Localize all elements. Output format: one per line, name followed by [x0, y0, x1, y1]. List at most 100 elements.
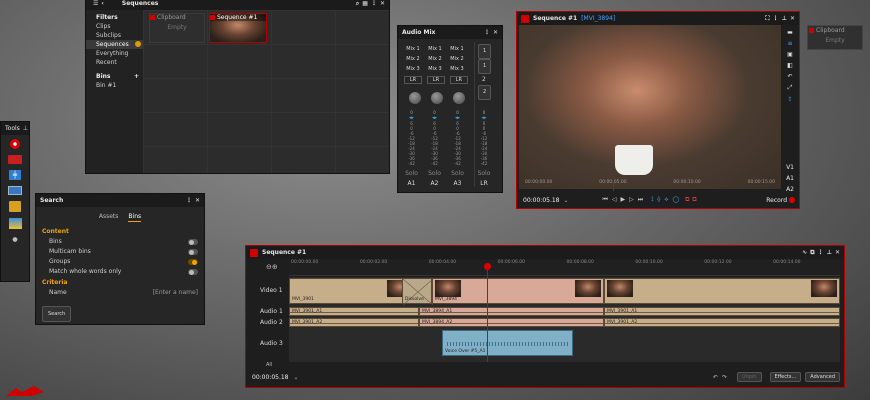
video-clip[interactable] — [604, 278, 840, 304]
audio-clip[interactable]: MVI_3901_A2 — [289, 318, 419, 327]
tab-bins[interactable]: Bins — [128, 213, 142, 222]
waveform-icon[interactable]: ∿ — [802, 249, 807, 256]
advanced-button[interactable]: Advanced — [805, 372, 840, 382]
solo-button[interactable]: Solo — [400, 170, 423, 177]
mix-button[interactable]: Mix 1 — [448, 44, 466, 54]
viewer-ruler[interactable]: 00:00:00.0000:00:05.0000:00:10.0000:00:1… — [519, 180, 781, 190]
hamburger-icon[interactable]: ☰ — [93, 0, 98, 7]
undo-icon[interactable]: ↶ — [787, 73, 792, 80]
close-icon[interactable]: ✕ — [380, 0, 385, 7]
mix-button[interactable]: Mix 3 — [448, 64, 466, 74]
menu-icon[interactable]: ⋮ — [817, 249, 823, 256]
mix-button[interactable]: Mix 1 — [426, 44, 444, 54]
track-label-audio2[interactable]: Audio 2 — [260, 319, 283, 326]
network-tool-icon[interactable] — [8, 218, 22, 229]
capture-tool-icon[interactable] — [8, 155, 22, 164]
mix-button[interactable]: Mix 2 — [404, 54, 422, 64]
media-tool-icon[interactable] — [9, 201, 21, 212]
name-input[interactable]: [Enter a name] — [153, 288, 198, 298]
keyboard-tool-icon[interactable] — [8, 186, 22, 195]
clipboard-tile[interactable]: Clipboard Empty — [149, 13, 205, 43]
pin-icon[interactable]: ⊥ — [23, 125, 28, 132]
all-tracks-label[interactable]: All — [266, 362, 272, 368]
mix-button[interactable]: Mix 2 — [448, 54, 466, 64]
audio-clip[interactable]: MVI_3901_A2 — [604, 318, 840, 327]
back-icon[interactable]: ‹ — [101, 0, 103, 7]
chevron-down-icon[interactable]: ⌄ — [564, 197, 569, 204]
side-button[interactable]: 2 — [478, 76, 490, 83]
undo-icon[interactable]: ↶ — [713, 374, 718, 381]
track-label-audio1[interactable]: Audio 1 — [260, 308, 283, 315]
track-v1[interactable]: V1 — [786, 162, 794, 173]
expand-icon[interactable]: ⤢ — [788, 84, 793, 92]
frame-icon[interactable]: ▣ — [787, 51, 793, 58]
search-button[interactable]: Search — [42, 306, 72, 322]
filter-item-sequences[interactable]: Sequences — [86, 40, 143, 49]
filter-item-recent[interactable]: Recent — [96, 58, 143, 67]
effects-button[interactable]: Effects... — [769, 372, 802, 382]
fullscreen-icon[interactable]: ⛶ — [765, 15, 769, 23]
marker-controls[interactable]: ⧉⧉ — [685, 196, 700, 204]
sequence-thumbnail[interactable]: Sequence #1 — [209, 13, 267, 43]
export-icon[interactable]: ⇪ — [787, 96, 792, 103]
video-frame[interactable] — [519, 25, 781, 189]
mark-controls[interactable]: ⟟⟠⟡◯ — [651, 196, 683, 204]
menu-icon[interactable]: ⋮ — [186, 197, 192, 204]
pin-icon[interactable]: ⊥ — [781, 15, 786, 22]
chevron-down-icon[interactable]: ⌄ — [294, 374, 299, 381]
users-tool-icon[interactable] — [9, 235, 21, 244]
filter-item-subclips[interactable]: Subclips — [96, 31, 143, 40]
side-button[interactable]: 1 — [478, 44, 492, 59]
solo-button[interactable]: Solo — [469, 170, 499, 177]
pan-knob[interactable] — [431, 92, 443, 104]
solo-button[interactable]: Solo — [423, 170, 446, 177]
video-clip[interactable]: MVI_3901 — [289, 278, 416, 304]
menu-icon[interactable]: ⋮ — [484, 29, 490, 36]
unpin-button[interactable]: Unpin — [736, 372, 762, 382]
lr-button[interactable]: LR — [404, 76, 422, 84]
viewer-playhead[interactable] — [613, 183, 614, 191]
side-button[interactable]: 2 — [478, 85, 492, 100]
folder-icon[interactable]: ▬ — [787, 29, 793, 36]
audio-clip[interactable]: MVI_3901_A1 — [604, 307, 840, 316]
match-words-toggle[interactable] — [188, 269, 198, 275]
voice-over-clip[interactable]: Voice Over #5_A1 — [442, 330, 573, 356]
floating-clipboard[interactable]: Clipboard Empty — [807, 25, 863, 50]
copy-icon[interactable]: ⧉ — [810, 249, 814, 257]
bins-toggle[interactable] — [188, 239, 198, 245]
zoom-in-icon[interactable]: ⊕ — [272, 263, 278, 271]
close-icon[interactable]: ✕ — [790, 15, 795, 22]
pan-knob[interactable] — [409, 92, 421, 104]
grid-view-icon[interactable]: ▦ — [362, 0, 368, 7]
transport-controls[interactable]: ⏮◁▶▷⏭ — [603, 196, 648, 204]
side-button[interactable]: 1 — [478, 59, 492, 74]
menu-icon[interactable]: ⋮ — [772, 15, 778, 22]
track-a1[interactable]: A1 — [786, 173, 794, 184]
filter-item-clips[interactable]: Clips — [96, 22, 143, 31]
pin-icon[interactable]: ⊥ — [826, 249, 831, 256]
list-icon[interactable]: ≡ — [787, 40, 792, 47]
filter-item-everything[interactable]: Everything — [96, 49, 143, 58]
track-a2[interactable]: A2 — [786, 184, 794, 195]
close-icon[interactable]: ✕ — [835, 249, 840, 256]
pan-knob[interactable] — [453, 92, 465, 104]
track-label-audio3[interactable]: Audio 3 — [260, 340, 283, 347]
mix-button[interactable]: Mix 2 — [426, 54, 444, 64]
lr-button[interactable]: LR — [426, 76, 445, 84]
menu-icon[interactable]: ⋮ — [371, 0, 377, 7]
record-label[interactable]: Record — [766, 197, 787, 204]
bin-item[interactable]: Bin #1 — [96, 81, 143, 90]
search-icon[interactable]: ⌕ — [356, 0, 359, 8]
groups-toggle[interactable] — [188, 259, 198, 265]
overlay-icon[interactable]: ◧ — [787, 62, 793, 69]
sequencer-tool-icon[interactable]: ╪ — [9, 170, 21, 180]
add-sequence-icon[interactable] — [135, 41, 141, 47]
tracks-area[interactable]: MVI_3901 Dissolve MVI_3894 MVI_3901_A1 M… — [289, 263, 840, 362]
add-bin-icon[interactable]: + — [134, 72, 139, 81]
lr-button[interactable]: LR — [449, 76, 468, 84]
audio-clip[interactable]: MVI_3894_A1 — [419, 307, 604, 316]
record-icon[interactable] — [789, 197, 795, 203]
timeline-playhead[interactable] — [484, 263, 492, 362]
mix-button[interactable]: Mix 1 — [404, 44, 422, 54]
mix-button[interactable]: Mix 3 — [426, 64, 444, 74]
